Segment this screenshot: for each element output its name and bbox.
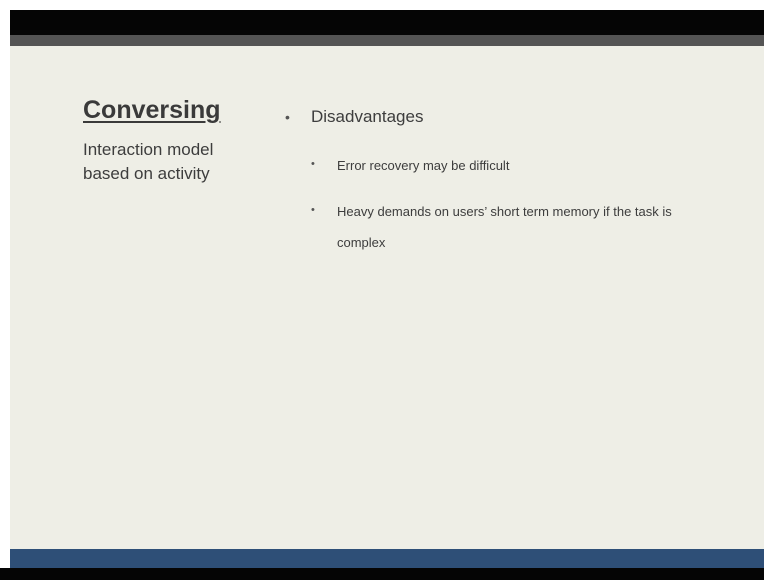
top-black-bar <box>10 10 764 35</box>
top-gray-stripe <box>10 35 764 46</box>
bullet-dot-icon: • <box>311 158 315 170</box>
bullet-dot-icon: • <box>311 204 315 216</box>
main-bullet-text: Disadvantages <box>311 107 424 126</box>
slide-frame: Conversing Interaction model based on ac… <box>0 0 764 580</box>
sub-bullet-text: Heavy demands on users’ short term memor… <box>337 204 672 250</box>
sub-bullet: • Error recovery may be difficult <box>311 158 717 181</box>
sub-bullet: • Heavy demands on users’ short term memo… <box>311 204 717 258</box>
slide-subtitle: Interaction model based on activity <box>83 140 214 183</box>
sub-bullet-text: Error recovery may be difficult <box>337 158 510 173</box>
bottom-blue-bar <box>10 549 764 568</box>
bullet-dot-icon: • <box>285 109 290 125</box>
slide-title: Conversing <box>83 96 221 124</box>
bottom-black-bar <box>0 568 764 580</box>
main-bullet: • Disadvantages <box>285 107 423 127</box>
